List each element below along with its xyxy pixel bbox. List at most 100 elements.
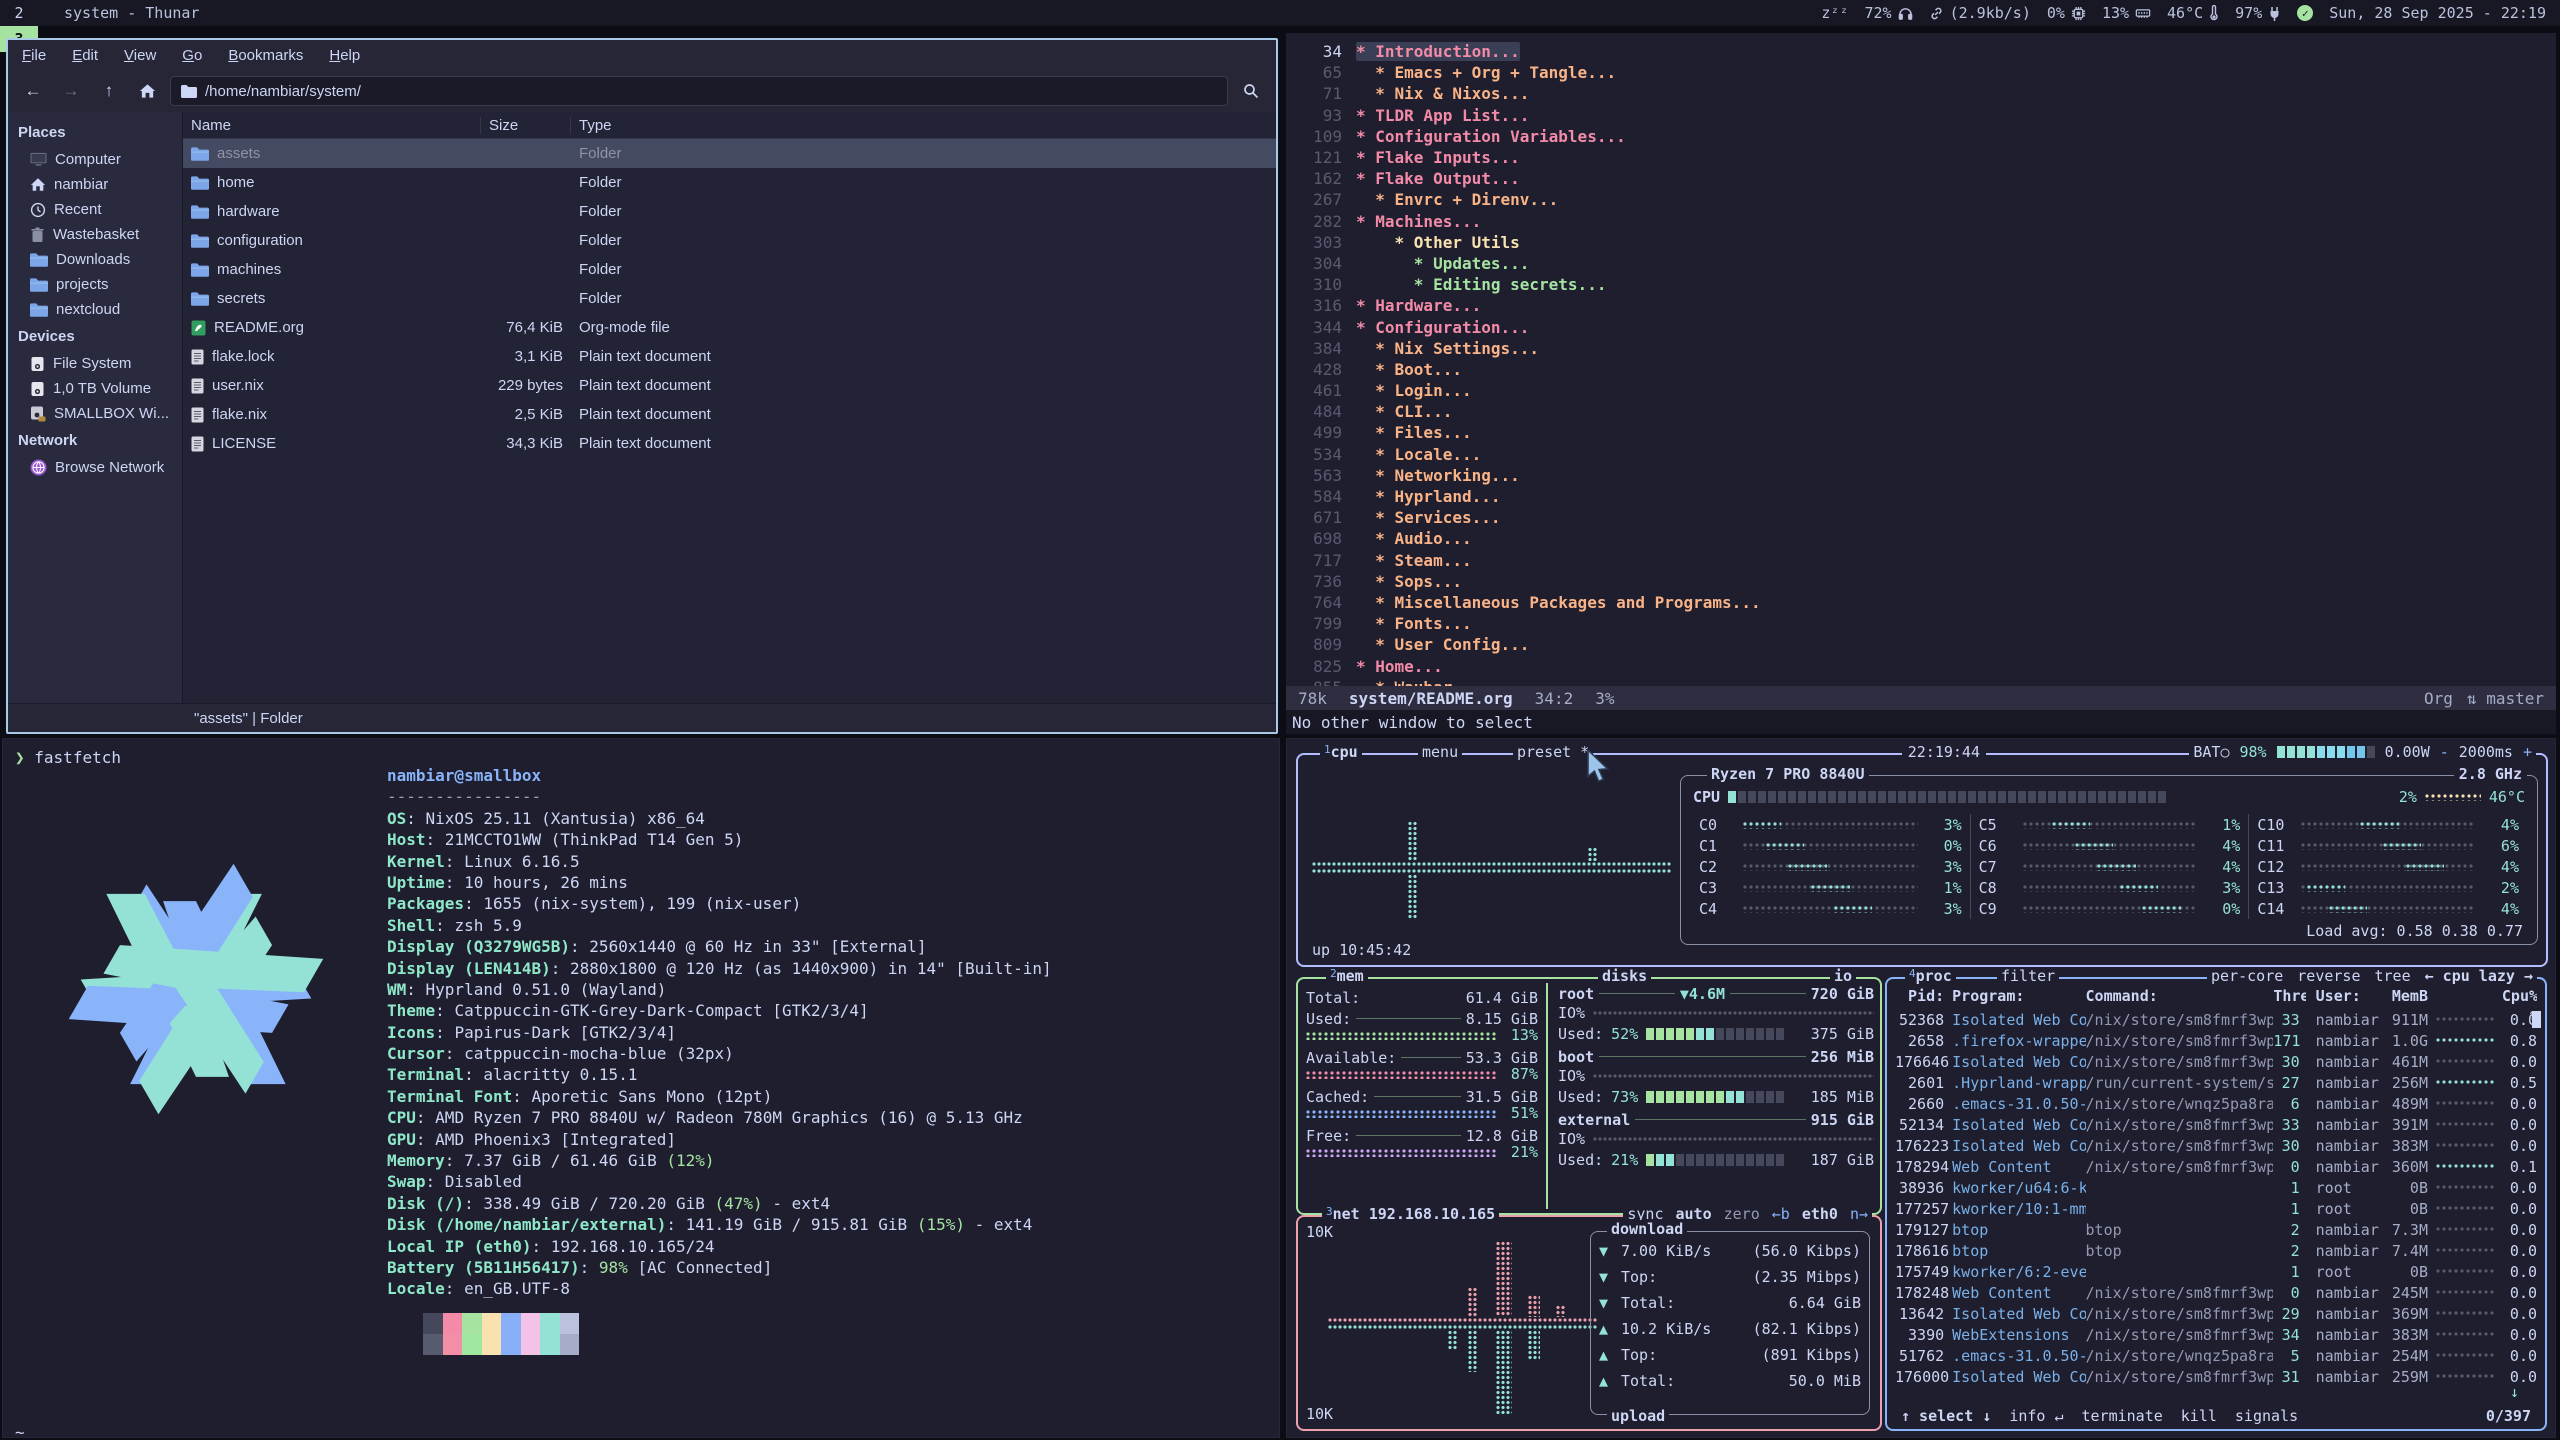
proc-scrollbar-thumb[interactable]: [2532, 1011, 2541, 1028]
memory-module[interactable]: 13%: [2102, 4, 2151, 22]
preset-button[interactable]: preset *: [1513, 743, 1593, 761]
proc-box-title[interactable]: 4proc: [1905, 967, 1956, 985]
process-row-51762[interactable]: 51762.emacs-31.0.50-/nix/store/wnqz5pa8r…: [1895, 1345, 2537, 1366]
sidebar-item-browse-network[interactable]: Browse Network: [8, 455, 182, 480]
menu-button[interactable]: menu: [1418, 743, 1462, 761]
network-module[interactable]: (2.9kb/s): [1929, 4, 2031, 22]
forward-button[interactable]: →: [56, 76, 86, 106]
process-row-177257[interactable]: 177257kworker/10:1-mm_1root0B0.0: [1895, 1198, 2537, 1219]
menu-view[interactable]: View: [124, 47, 156, 64]
org-heading-line[interactable]: 316* Hardware...: [1286, 295, 2556, 316]
sidebar-item-recent[interactable]: Recent: [8, 197, 182, 222]
org-heading-line[interactable]: 282* Machines...: [1286, 211, 2556, 232]
file-row-license[interactable]: LICENSE34,3 KiBPlain text document: [183, 429, 1276, 458]
process-row-175749[interactable]: 175749kworker/6:2-even1root0B0.0: [1895, 1261, 2537, 1282]
tree-toggle[interactable]: tree: [2375, 967, 2411, 985]
sidebar-item-1-0-tb-volume[interactable]: 1,0 TB Volume: [8, 376, 182, 401]
process-row-176223[interactable]: 176223Isolated Web Co/nix/store/sm8fmrf3…: [1895, 1135, 2537, 1156]
org-heading-line[interactable]: 384 * Nix Settings...: [1286, 338, 2556, 359]
net-zero-button[interactable]: zero: [1724, 1205, 1760, 1223]
workspace-button-2[interactable]: 2: [0, 0, 38, 26]
interval-plus[interactable]: +: [2523, 743, 2532, 761]
process-row-178616[interactable]: 178616btopbtop2nambiar7.4M0.0: [1895, 1240, 2537, 1261]
proc-footer-2[interactable]: terminate: [2082, 1407, 2163, 1425]
iface-next-button[interactable]: n→: [1850, 1205, 1868, 1223]
org-heading-line[interactable]: 303 * Other Utils: [1286, 232, 2556, 253]
search-button[interactable]: [1236, 76, 1266, 106]
org-heading-line[interactable]: 65 * Emacs + Org + Tangle...: [1286, 62, 2556, 83]
sidebar-item-wastebasket[interactable]: Wastebasket: [8, 222, 182, 247]
column-header-type[interactable]: Type: [571, 117, 1276, 134]
idle-inhibitor[interactable]: zᶻᶻ: [1821, 4, 1848, 22]
org-heading-line[interactable]: 563 * Networking...: [1286, 465, 2556, 486]
menu-file[interactable]: File: [22, 47, 46, 64]
org-heading-line[interactable]: 121* Flake Inputs...: [1286, 147, 2556, 168]
btop-proc-box[interactable]: 4proc filter per-core reverse tree ← cpu…: [1885, 977, 2547, 1431]
org-heading-line[interactable]: 499 * Files...: [1286, 422, 2556, 443]
net-box-title[interactable]: 3net 192.168.10.165: [1322, 1205, 1499, 1223]
process-row-176646[interactable]: 176646Isolated Web Co/nix/store/sm8fmrf3…: [1895, 1051, 2537, 1072]
process-row-178294[interactable]: 178294Web Content/nix/store/sm8fmrf3wps4…: [1895, 1156, 2537, 1177]
sidebar-item-computer[interactable]: Computer: [8, 147, 182, 172]
org-heading-line[interactable]: 799 * Fonts...: [1286, 613, 2556, 634]
file-row-user-nix[interactable]: user.nix229 bytesPlain text document: [183, 371, 1276, 400]
org-heading-line[interactable]: 162* Flake Output...: [1286, 168, 2556, 189]
org-heading-line[interactable]: 484 * CLI...: [1286, 401, 2556, 422]
updates-ok-icon[interactable]: ✓: [2297, 5, 2313, 21]
terminal-window[interactable]: ❯ fastfetch nambiar@smallbox------------…: [2, 738, 1280, 1438]
path-bar[interactable]: /home/nambiar/system/: [170, 76, 1228, 106]
temperature-module[interactable]: 46°C: [2167, 4, 2219, 22]
menu-bookmarks[interactable]: Bookmarks: [228, 47, 303, 64]
org-heading-line[interactable]: 71 * Nix & Nixos...: [1286, 83, 2556, 104]
org-heading-line[interactable]: 764 * Miscellaneous Packages and Program…: [1286, 592, 2556, 613]
volume-module[interactable]: 72%: [1865, 4, 1913, 22]
sidebar-item-downloads[interactable]: Downloads: [8, 247, 182, 272]
mem-box-title[interactable]: 2mem: [1326, 967, 1368, 985]
process-row-3390[interactable]: 3390WebExtensions/nix/store/sm8fmrf3wps4…: [1895, 1324, 2537, 1345]
column-header-size[interactable]: Size: [481, 117, 571, 134]
btop-mem-box[interactable]: 2mem disks io Total:61.4 GiBUsed:8.15 Gi…: [1296, 977, 1882, 1215]
cpu-module[interactable]: 0%: [2047, 4, 2086, 22]
org-heading-line[interactable]: 825* Home...: [1286, 655, 2556, 676]
cpu-box-title[interactable]: 1cpu: [1320, 743, 1362, 761]
org-heading-line[interactable]: 34* Introduction...: [1286, 41, 2556, 62]
proc-footer-0[interactable]: ↑ select ↓: [1901, 1407, 1991, 1425]
org-heading-line[interactable]: 855 * Waubar...: [1286, 677, 2556, 686]
sidebar-item-nextcloud[interactable]: nextcloud: [8, 297, 182, 322]
proc-footer-3[interactable]: kill: [2181, 1407, 2217, 1425]
process-row-2601[interactable]: 2601.Hyprland-wrapp/run/current-system/s…: [1895, 1072, 2537, 1093]
file-row-flake-lock[interactable]: flake.lock3,1 KiBPlain text document: [183, 342, 1276, 371]
org-heading-line[interactable]: 671 * Services...: [1286, 507, 2556, 528]
file-row-flake-nix[interactable]: flake.nix2,5 KiBPlain text document: [183, 400, 1276, 429]
org-heading-line[interactable]: 93* TLDR App List...: [1286, 105, 2556, 126]
file-row-configuration[interactable]: configurationFolder: [183, 226, 1276, 255]
org-heading-line[interactable]: 809 * User Config...: [1286, 634, 2556, 655]
org-heading-line[interactable]: 267 * Envrc + Direnv...: [1286, 189, 2556, 210]
shell-prompt-bottom[interactable]: ~ ❯: [15, 1379, 73, 1440]
sidebar-item-smallbox-wi-[interactable]: SMALLBOX Wi...: [8, 401, 182, 426]
file-row-assets[interactable]: assetsFolder: [183, 139, 1276, 168]
sidebar-item-projects[interactable]: projects: [8, 272, 182, 297]
major-mode[interactable]: Org: [2424, 689, 2453, 708]
menu-help[interactable]: Help: [329, 47, 360, 64]
process-row-2660[interactable]: 2660.emacs-31.0.50-/nix/store/wnqz5pa8ra…: [1895, 1093, 2537, 1114]
menu-go[interactable]: Go: [182, 47, 202, 64]
iface-prev-button[interactable]: ←b: [1772, 1205, 1790, 1223]
sort-selector[interactable]: ← cpu lazy →: [2425, 967, 2533, 985]
org-heading-line[interactable]: 736 * Sops...: [1286, 571, 2556, 592]
process-row-52134[interactable]: 52134Isolated Web Co/nix/store/sm8fmrf3w…: [1895, 1114, 2537, 1135]
file-row-hardware[interactable]: hardwareFolder: [183, 197, 1276, 226]
btop-cpu-box[interactable]: 1cpu menu preset * 22:19:44 BAT○98% 0.00…: [1296, 753, 2548, 967]
home-button[interactable]: [132, 76, 162, 106]
sidebar-item-file-system[interactable]: File System: [8, 351, 182, 376]
org-heading-line[interactable]: 698 * Audio...: [1286, 528, 2556, 549]
org-heading-line[interactable]: 344* Configuration...: [1286, 316, 2556, 337]
process-row-13642[interactable]: 13642Isolated Web Co/nix/store/sm8fmrf3w…: [1895, 1303, 2537, 1324]
file-row-secrets[interactable]: secretsFolder: [183, 284, 1276, 313]
battery-module[interactable]: 97%: [2235, 4, 2281, 22]
process-row-52368[interactable]: 52368Isolated Web Co/nix/store/sm8fmrf3w…: [1895, 1009, 2537, 1030]
process-row-176000[interactable]: 176000Isolated Web Co/nix/store/sm8fmrf3…: [1895, 1366, 2537, 1387]
process-row-2658[interactable]: 2658.firefox-wrappe/nix/store/sm8fmrf3wp…: [1895, 1030, 2537, 1051]
org-heading-line[interactable]: 584 * Hyprland...: [1286, 486, 2556, 507]
process-row-178248[interactable]: 178248Web Content/nix/store/sm8fmrf3wps4…: [1895, 1282, 2537, 1303]
